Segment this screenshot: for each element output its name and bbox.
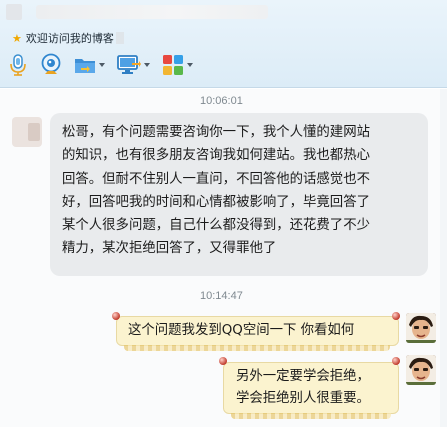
message-timestamp: 10:06:01 xyxy=(200,95,243,107)
contact-signature: ★ 欢迎访问我的博客 xyxy=(12,30,124,46)
video-call-button[interactable] xyxy=(40,52,62,78)
incoming-message-bubble: 松哥，有个问题需要咨询你一下，我个人懂的建网站 的知识，也有很多朋友咨询我如何建… xyxy=(50,113,428,276)
message-line: 某个人很多问题，自己什么都没得到，还花费了不少 xyxy=(62,218,370,234)
chevron-down-icon[interactable] xyxy=(187,63,193,67)
bubble-decoration xyxy=(124,345,390,351)
signature-blurred-tail xyxy=(115,32,124,44)
chat-toolbar xyxy=(8,52,205,78)
my-avatar[interactable] xyxy=(406,313,436,343)
message-line: 学会拒绝别人很重要。 xyxy=(236,391,370,406)
voice-call-button[interactable] xyxy=(8,52,28,78)
avatar-image xyxy=(406,355,436,385)
chat-scrollbar[interactable] xyxy=(440,89,447,427)
bubble-decoration xyxy=(231,413,391,419)
message-line: 松哥，有个问题需要咨询你一下，我个人懂的建网站 xyxy=(62,125,370,140)
outgoing-message-bubble: 另外一定要学会拒绝， 学会拒绝别人很重要。 xyxy=(223,362,399,414)
my-avatar[interactable] xyxy=(406,355,436,385)
folder-transfer-icon xyxy=(75,59,95,73)
star-icon: ★ xyxy=(12,31,22,45)
bubble-decoration xyxy=(219,357,227,365)
signature-text: 欢迎访问我的博客 xyxy=(25,32,114,45)
message-line: 好，回答吧我的时间和心情都被影响了，毕竟回答了 xyxy=(62,194,370,210)
contact-avatar[interactable] xyxy=(12,117,42,147)
avatar-image xyxy=(406,313,436,343)
message-line: 这个问题我发到QQ空间一下 你看如何 xyxy=(128,323,355,338)
contact-avatar-small[interactable] xyxy=(6,4,22,20)
webcam-icon xyxy=(41,53,61,74)
bubble-decoration xyxy=(112,312,120,320)
chevron-down-icon[interactable] xyxy=(144,63,150,67)
outgoing-message-bubble: 这个问题我发到QQ空间一下 你看如何 xyxy=(116,316,399,346)
apps-grid-icon xyxy=(163,55,183,75)
screen-share-button[interactable] xyxy=(117,52,150,78)
screen-share-icon xyxy=(117,55,141,74)
chevron-down-icon[interactable] xyxy=(99,63,105,67)
bubble-decoration xyxy=(392,357,400,365)
chat-window-header: ★ 欢迎访问我的博客 xyxy=(0,0,447,88)
contact-name-blurred xyxy=(36,5,268,19)
apps-button[interactable] xyxy=(162,52,193,78)
bubble-decoration xyxy=(392,312,400,320)
microphone-icon xyxy=(10,54,26,76)
message-history[interactable]: 10:06:01 松哥，有个问题需要咨询你一下，我个人懂的建网站 的知识，也有很… xyxy=(0,89,447,427)
message-line: 精力，某次拒绝回答了，又得罪他了 xyxy=(62,241,277,257)
message-line: 另外一定要学会拒绝， xyxy=(236,369,370,384)
message-timestamp: 10:14:47 xyxy=(200,290,243,302)
file-transfer-button[interactable] xyxy=(74,52,105,78)
message-line: 的知识，也有很多朋友咨询我如何建站。我也都热心 xyxy=(62,148,370,164)
message-line: 回答。但耐不住别人一直问，不回答他的话感觉也不 xyxy=(62,171,370,187)
